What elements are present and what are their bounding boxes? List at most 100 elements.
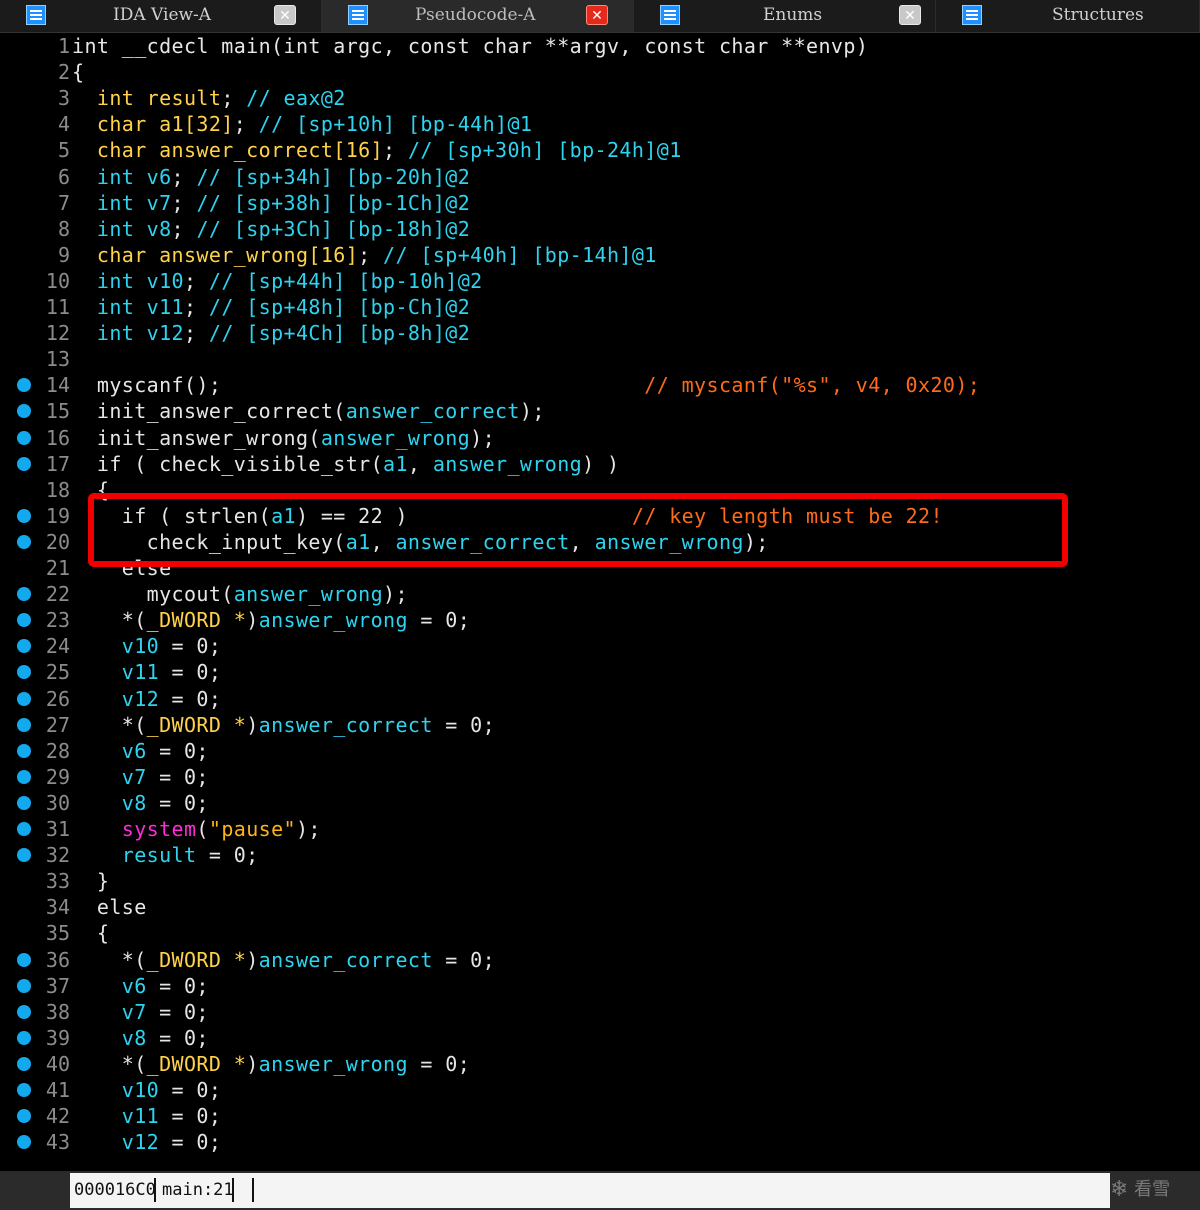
code-line[interactable]: 7 int v7; // [sp+38h] [bp-1Ch]@2: [0, 190, 1200, 216]
code-token: // [sp+3Ch] [bp-18h]@2: [196, 216, 471, 241]
code-line[interactable]: 30 v8 = 0;: [0, 790, 1200, 816]
code-token: = 0;: [159, 660, 222, 685]
code-token: answer_wrong: [233, 582, 384, 607]
breakpoint-dot-icon[interactable]: [17, 456, 31, 471]
tab-view-icon: [26, 5, 46, 25]
code-line[interactable]: 36 *(_DWORD *)answer_correct = 0;: [0, 947, 1200, 973]
breakpoint-dot-icon[interactable]: [17, 1083, 31, 1097]
code-line[interactable]: 42 v11 = 0;: [0, 1103, 1200, 1129]
code-text: *(_DWORD *)answer_wrong = 0;: [72, 1051, 470, 1077]
code-text: init_answer_correct(answer_correct);: [72, 398, 545, 424]
breakpoint-dot-icon[interactable]: [17, 691, 31, 706]
code-line[interactable]: 33 }: [0, 868, 1200, 894]
code-line[interactable]: 37 v6 = 0;: [0, 973, 1200, 999]
code-line[interactable]: 8 int v8; // [sp+3Ch] [bp-18h]@2: [0, 216, 1200, 242]
breakpoint-dot-icon[interactable]: [17, 1109, 31, 1124]
breakpoint-dot-icon[interactable]: [17, 978, 31, 993]
code-line[interactable]: 20 check_input_key(a1, answer_correct, a…: [0, 529, 1200, 555]
close-icon[interactable]: ✕: [274, 5, 296, 25]
breakpoint-dot-icon[interactable]: [17, 508, 31, 523]
code-line[interactable]: 10 int v10; // [sp+44h] [bp-10h]@2: [0, 268, 1200, 294]
code-token: int v6: [96, 164, 172, 189]
breakpoint-dot-icon[interactable]: [17, 665, 31, 680]
code-token: = 0;: [159, 1078, 222, 1102]
breakpoint-dot-icon[interactable]: [17, 795, 31, 810]
watermark-text: 看雪: [1134, 1179, 1171, 1200]
breakpoint-dot-icon[interactable]: [17, 848, 31, 863]
tab-enums[interactable]: Enums ✕: [634, 0, 936, 32]
code-token: v8: [121, 1025, 147, 1050]
code-line[interactable]: 28 v6 = 0;: [0, 738, 1200, 764]
code-line[interactable]: 21 else: [0, 555, 1200, 581]
code-line[interactable]: 27 *(_DWORD *)answer_correct = 0;: [0, 712, 1200, 738]
close-icon[interactable]: ✕: [899, 5, 921, 25]
code-token: answer_correct: [395, 529, 570, 554]
breakpoint-dot-icon[interactable]: [17, 534, 31, 549]
code-text: if ( strlen(a1) == 22 ) // key length mu…: [72, 503, 943, 529]
code-line[interactable]: 3 int result; // eax@2: [0, 85, 1200, 111]
code-line[interactable]: 38 v7 = 0;: [0, 999, 1200, 1025]
code-line[interactable]: 14 myscanf(); // myscanf("%s", v4, 0x20)…: [0, 372, 1200, 398]
code-line[interactable]: 6 int v6; // [sp+34h] [bp-20h]@2: [0, 164, 1200, 190]
breakpoint-dot-icon[interactable]: [17, 952, 31, 967]
code-token: ,: [407, 451, 433, 476]
code-line[interactable]: 16 init_answer_wrong(answer_wrong);: [0, 425, 1200, 451]
breakpoint-dot-icon[interactable]: [17, 822, 31, 836]
breakpoint-dot-icon[interactable]: [17, 430, 31, 445]
code-line[interactable]: 13: [0, 346, 1200, 372]
pseudocode-editor[interactable]: 1 int __cdecl main(int argc, const char *…: [0, 33, 1200, 1170]
code-line[interactable]: 32 result = 0;: [0, 842, 1200, 868]
code-line[interactable]: 29 v7 = 0;: [0, 764, 1200, 790]
tab-pseudocode-a[interactable]: Pseudocode-A ✕: [322, 0, 634, 32]
breakpoint-dot-icon[interactable]: [17, 1030, 31, 1045]
code-line[interactable]: 41 v10 = 0;: [0, 1077, 1200, 1103]
code-line[interactable]: 12 int v12; // [sp+4Ch] [bp-8h]@2: [0, 320, 1200, 346]
breakpoint-dot-icon[interactable]: [17, 769, 31, 784]
code-line[interactable]: 34 else: [0, 894, 1200, 920]
code-line[interactable]: 24 v10 = 0;: [0, 633, 1200, 659]
status-separator: [154, 1178, 156, 1202]
tab-ida-view-a[interactable]: IDA View-A ✕: [0, 0, 322, 32]
breakpoint-dot-icon[interactable]: [17, 639, 31, 654]
code-line[interactable]: 18 {: [0, 477, 1200, 503]
breakpoint-dot-icon[interactable]: [17, 587, 31, 602]
code-line[interactable]: 4 char a1[32]; // [sp+10h] [bp-44h]@1: [0, 111, 1200, 137]
breakpoint-dot-icon[interactable]: [17, 743, 31, 758]
code-line[interactable]: 9 char answer_wrong[16]; // [sp+40h] [bp…: [0, 242, 1200, 268]
breakpoint-dot-icon[interactable]: [17, 1004, 31, 1019]
snowflake-icon: ❄: [1110, 1177, 1129, 1202]
tab-structures[interactable]: Structures: [936, 0, 1200, 32]
code-line[interactable]: 2{: [0, 59, 1200, 85]
code-line[interactable]: 22 mycout(answer_wrong);: [0, 581, 1200, 607]
breakpoint-dot-icon[interactable]: [17, 404, 31, 419]
code-line[interactable]: 19 if ( strlen(a1) == 22 ) // key length…: [0, 503, 1200, 529]
code-token: ;: [171, 190, 197, 215]
code-text: }: [72, 868, 109, 894]
code-line[interactable]: 31 system("pause");: [0, 816, 1200, 842]
code-line[interactable]: 23 *(_DWORD *)answer_wrong = 0;: [0, 607, 1200, 633]
breakpoint-dot-icon[interactable]: [17, 1056, 31, 1071]
code-line[interactable]: 40 *(_DWORD *)answer_wrong = 0;: [0, 1051, 1200, 1077]
code-line[interactable]: 17 if ( check_visible_str(a1, answer_wro…: [0, 451, 1200, 477]
breakpoint-dot-icon[interactable]: [17, 1135, 31, 1150]
code-line[interactable]: 43 v12 = 0;: [0, 1129, 1200, 1155]
code-line[interactable]: 26 v12 = 0;: [0, 686, 1200, 712]
breakpoint-dot-icon[interactable]: [17, 613, 31, 628]
close-icon[interactable]: ✕: [586, 5, 608, 25]
code-line[interactable]: 25 v11 = 0;: [0, 659, 1200, 685]
code-line[interactable]: 15 init_answer_correct(answer_correct);: [0, 398, 1200, 424]
code-line[interactable]: 35 {: [0, 920, 1200, 946]
breakpoint-dot-icon[interactable]: [17, 717, 31, 732]
code-line[interactable]: 11 int v11; // [sp+48h] [bp-Ch]@2: [0, 294, 1200, 320]
code-token: v8: [121, 790, 147, 815]
breakpoint-dot-icon[interactable]: [17, 378, 31, 393]
code-line[interactable]: 39 v8 = 0;: [0, 1025, 1200, 1051]
code-text: int v11; // [sp+48h] [bp-Ch]@2: [72, 294, 470, 320]
code-text: *(_DWORD *)answer_correct = 0;: [72, 947, 495, 973]
code-line[interactable]: 1 int __cdecl main(int argc, const char *…: [0, 33, 1200, 59]
code-line[interactable]: 5 char answer_correct[16]; // [sp+30h] […: [0, 137, 1200, 163]
